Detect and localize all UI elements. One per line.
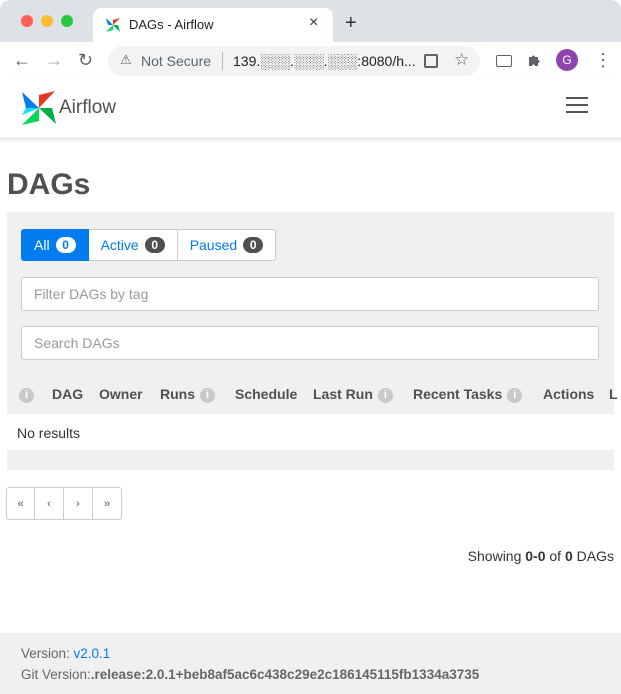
- info-icon[interactable]: i: [19, 387, 34, 403]
- column-runs-label: Runs: [160, 386, 195, 402]
- git-version-value: .release:2.0.1+beb8af5ac6c438c29e2c18614…: [90, 667, 480, 682]
- recent-tasks-info-icon[interactable]: i: [507, 387, 523, 403]
- tab-close-icon[interactable]: ×: [309, 14, 318, 32]
- column-recent-tasks-header[interactable]: Recent Tasks i: [413, 386, 523, 403]
- dags-table-body: No results: [7, 414, 614, 450]
- showing-of: of: [545, 548, 565, 564]
- column-schedule-header[interactable]: Schedule: [235, 386, 297, 402]
- keyboard-extension-icon[interactable]: [496, 55, 512, 67]
- column-last-run-label: Last Run: [313, 386, 373, 402]
- page-title: DAGs: [7, 168, 91, 201]
- airflow-navbar: Airflow: [0, 80, 621, 139]
- first-page-button[interactable]: «: [6, 487, 35, 520]
- filter-active-button[interactable]: Active 0: [88, 229, 178, 261]
- filter-paused-button[interactable]: Paused 0: [177, 229, 277, 261]
- next-page-button[interactable]: ›: [64, 487, 93, 520]
- browser-menu-icon[interactable]: ⋮: [594, 50, 612, 71]
- address-bar[interactable]: ⚠ Not Secure 139.░░░.░░░.░░░:8080/h... ☆: [108, 46, 480, 76]
- url-text[interactable]: 139.░░░.░░░.░░░:8080/h...: [233, 53, 416, 69]
- filter-all-button[interactable]: All 0: [21, 229, 89, 261]
- showing-count: Showing 0-0 of 0 DAGs: [468, 548, 614, 564]
- bookmark-star-icon[interactable]: ☆: [454, 50, 469, 70]
- git-version-label: Git Version:: [21, 667, 91, 682]
- filter-active-count: 0: [144, 237, 165, 253]
- airflow-favicon-icon: [106, 18, 120, 32]
- zoom-window-button[interactable]: [61, 15, 73, 27]
- profile-avatar[interactable]: G: [556, 49, 578, 71]
- filter-paused-count: 0: [243, 237, 264, 253]
- qr-code-icon[interactable]: [424, 54, 438, 68]
- column-info-header[interactable]: i: [19, 386, 34, 403]
- column-last-run-header[interactable]: Last Run i: [313, 386, 393, 403]
- empty-message: No results: [17, 425, 81, 441]
- showing-range: 0-0: [525, 548, 546, 564]
- column-recent-tasks-label: Recent Tasks: [413, 386, 503, 402]
- column-runs-header[interactable]: Runs i: [160, 386, 215, 403]
- last-run-info-icon[interactable]: i: [377, 387, 393, 403]
- forward-icon[interactable]: →: [45, 50, 63, 71]
- filter-paused-label: Paused: [189, 237, 238, 253]
- filter-all-count: 0: [55, 237, 76, 253]
- browser-chrome: DAGs - Airflow × + ← → ↻ ⚠ Not Secure 13…: [0, 0, 621, 81]
- runs-info-icon[interactable]: i: [200, 387, 215, 403]
- new-tab-icon[interactable]: +: [345, 12, 357, 35]
- version-line: Version: v2.0.1: [21, 646, 110, 661]
- reload-icon[interactable]: ↻: [78, 50, 93, 71]
- tab-title: DAGs - Airflow: [129, 17, 214, 32]
- dags-panel: All 0 Active 0 Paused 0 i DAG Owner Runs…: [7, 212, 618, 470]
- extensions-puzzle-icon[interactable]: [527, 53, 542, 68]
- column-dag-header[interactable]: DAG: [52, 386, 83, 402]
- version-label: Version:: [21, 646, 74, 661]
- filter-active-label: Active: [100, 237, 139, 253]
- airflow-logo-icon[interactable]: [20, 89, 58, 127]
- minimize-window-button[interactable]: [41, 15, 53, 27]
- search-dags-input[interactable]: [21, 326, 599, 360]
- showing-prefix: Showing: [467, 548, 526, 564]
- back-icon[interactable]: ←: [13, 50, 31, 71]
- security-status[interactable]: Not Secure: [141, 53, 211, 69]
- version-link[interactable]: v2.0.1: [74, 646, 111, 661]
- column-links-header[interactable]: L: [609, 386, 618, 402]
- column-owner-header[interactable]: Owner: [99, 386, 143, 402]
- column-actions-header[interactable]: Actions: [543, 386, 594, 402]
- address-divider: [222, 52, 223, 70]
- showing-total: 0: [564, 548, 573, 564]
- last-page-button[interactable]: »: [93, 487, 122, 520]
- browser-tab[interactable]: DAGs - Airflow ×: [93, 8, 333, 42]
- showing-suffix: DAGs: [572, 548, 614, 564]
- tag-filter-input[interactable]: [21, 277, 599, 311]
- prev-page-button[interactable]: ‹: [35, 487, 64, 520]
- git-version-line: Git Version:.release:2.0.1+beb8af5ac6c43…: [21, 667, 479, 682]
- status-filter-group: All 0 Active 0 Paused 0: [21, 229, 277, 261]
- menu-hamburger-icon[interactable]: [566, 97, 588, 118]
- brand-name[interactable]: Airflow: [59, 97, 116, 119]
- close-window-button[interactable]: [21, 15, 33, 27]
- browser-toolbar: ← → ↻ ⚠ Not Secure 139.░░░.░░░.░░░:8080/…: [0, 42, 621, 81]
- filter-all-label: All: [34, 237, 50, 253]
- footer: Version: v2.0.1 Git Version:.release:2.0…: [0, 633, 621, 694]
- pagination: « ‹ › »: [6, 487, 122, 520]
- warning-icon[interactable]: ⚠: [120, 52, 132, 68]
